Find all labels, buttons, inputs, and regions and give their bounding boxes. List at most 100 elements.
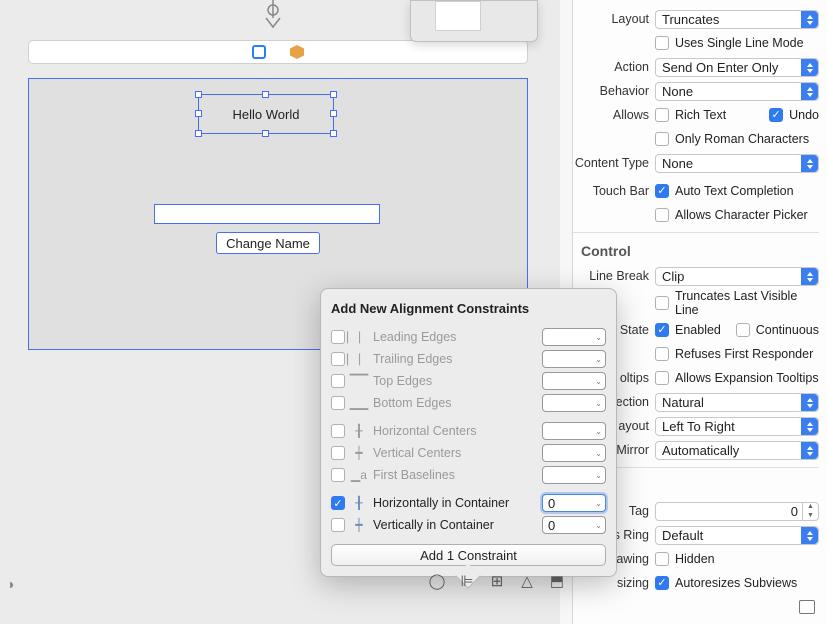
leading-checkbox[interactable] (331, 330, 345, 344)
action-label: Action (573, 60, 655, 74)
vcontainer-value[interactable]: 0⌄ (542, 516, 606, 534)
touch-bar-label: Touch Bar (573, 184, 655, 198)
chevron-icon (801, 59, 818, 76)
ilayout-select[interactable]: Left To Right (655, 417, 819, 436)
refuses-checkbox[interactable] (655, 347, 669, 361)
resize-handle[interactable] (330, 130, 337, 137)
top-checkbox[interactable] (331, 374, 345, 388)
vcenters-value[interactable]: ⌄ (542, 444, 606, 462)
align-tool-icon[interactable]: ⊫ (458, 572, 476, 590)
hcenters-checkbox[interactable] (331, 424, 345, 438)
focus-ring-select[interactable]: Default (655, 526, 819, 545)
panel-toggle-icon[interactable] (799, 600, 815, 614)
bottom-checkbox[interactable] (331, 396, 345, 410)
trailing-checkbox[interactable] (331, 352, 345, 366)
control-section-header: Control (581, 243, 819, 259)
add-constraint-button[interactable]: Add 1 Constraint (331, 544, 606, 566)
align-hcenters-icon: ╂ (351, 424, 367, 438)
content-type-select[interactable]: None (655, 154, 819, 173)
align-bottom-icon: ▁▁ (351, 396, 367, 410)
chevron-icon (801, 155, 818, 172)
tag-input[interactable]: 0▲▼ (655, 502, 819, 521)
roman-checkbox[interactable] (655, 132, 669, 146)
align-baselines-icon: ▁a (351, 468, 367, 482)
chevron-icon (801, 268, 818, 285)
direction-select[interactable]: Natural (655, 393, 819, 412)
update-frames-icon[interactable]: ◯ (428, 572, 446, 590)
view-controller-icon[interactable] (252, 45, 266, 59)
drop-arrow-icon (260, 0, 286, 36)
behavior-select[interactable]: None (655, 82, 819, 101)
hcontainer-value[interactable]: 0⌄ (542, 494, 606, 512)
align-top-icon: ▔▔ (351, 374, 367, 388)
line-break-label: Line Break (573, 269, 655, 283)
resize-handle[interactable] (262, 91, 269, 98)
layout-select[interactable]: Truncates (655, 10, 819, 29)
autoresize-checkbox[interactable] (655, 576, 669, 590)
leading-value[interactable]: ⌄ (542, 328, 606, 346)
top-value[interactable]: ⌄ (542, 372, 606, 390)
tooltips-checkbox[interactable] (655, 371, 669, 385)
chevron-icon (801, 442, 818, 459)
chevron-icon (801, 418, 818, 435)
rich-text-checkbox[interactable] (655, 108, 669, 122)
chevron-icon (801, 394, 818, 411)
chevron-icon (801, 83, 818, 100)
align-leading-icon: ⎸⎸ (351, 330, 367, 344)
hello-world-label[interactable]: Hello World (198, 94, 334, 134)
bottom-toolbar: ◯ ⊫ ⊞ △ ⬒ (428, 572, 566, 590)
undo-checkbox[interactable] (769, 108, 783, 122)
allows-label: Allows (573, 108, 655, 122)
resize-handle[interactable] (195, 91, 202, 98)
chevron-icon (801, 11, 818, 28)
baselines-checkbox[interactable] (331, 468, 345, 482)
resize-handle[interactable] (330, 110, 337, 117)
single-line-checkbox[interactable] (655, 36, 669, 50)
hidden-checkbox[interactable] (655, 552, 669, 566)
trailing-value[interactable]: ⌄ (542, 350, 606, 368)
behavior-label: Behavior (573, 84, 655, 98)
bottom-value[interactable]: ⌄ (542, 394, 606, 412)
resize-handle[interactable] (330, 91, 337, 98)
align-vcenters-icon: ┿ (351, 446, 367, 460)
align-trailing-icon: ⎸⎸ (351, 352, 367, 366)
resize-handle[interactable] (195, 130, 202, 137)
gear-icon[interactable]: ◑ (6, 576, 14, 592)
hcenters-value[interactable]: ⌄ (542, 422, 606, 440)
text-field[interactable] (154, 204, 380, 224)
resize-handle[interactable] (262, 130, 269, 137)
pin-tool-icon[interactable]: ⊞ (488, 572, 506, 590)
char-picker-checkbox[interactable] (655, 208, 669, 222)
auto-complete-checkbox[interactable] (655, 184, 669, 198)
content-type-label: Content Type (573, 156, 655, 170)
mirror-select[interactable]: Automatically (655, 441, 819, 460)
action-select[interactable]: Send On Enter Only (655, 58, 819, 77)
chevron-icon (801, 527, 818, 544)
change-name-button[interactable]: Change Name (216, 232, 320, 254)
object-cube-icon[interactable] (290, 45, 304, 59)
line-break-select[interactable]: Clip (655, 267, 819, 286)
thumbnail-preview (435, 1, 481, 31)
button-label: Change Name (226, 236, 310, 251)
hcontainer-checkbox[interactable] (331, 496, 345, 510)
single-line-label: Uses Single Line Mode (675, 36, 804, 50)
stepper-icon[interactable]: ▲▼ (802, 503, 818, 520)
baselines-value[interactable]: ⌄ (542, 466, 606, 484)
vcontainer-checkbox[interactable] (331, 518, 345, 532)
align-vcontainer-icon: ┿ (351, 518, 367, 532)
object-bar[interactable] (28, 40, 528, 64)
sizing-label: sizing (573, 576, 655, 590)
layout-label: Layout (573, 12, 655, 26)
continuous-checkbox[interactable] (736, 323, 750, 337)
truncates-last-checkbox[interactable] (655, 296, 669, 310)
label-text: Hello World (233, 107, 300, 122)
alignment-popover: Add New Alignment Constraints ⎸⎸Leading … (320, 288, 617, 577)
embed-tool-icon[interactable]: ⬒ (548, 572, 566, 590)
enabled-checkbox[interactable] (655, 323, 669, 337)
resize-handle[interactable] (195, 110, 202, 117)
resolve-tool-icon[interactable]: △ (518, 572, 536, 590)
thumbnail-popover (410, 0, 538, 42)
vcenters-checkbox[interactable] (331, 446, 345, 460)
popover-title: Add New Alignment Constraints (331, 301, 606, 316)
align-hcontainer-icon: ╂ (351, 496, 367, 510)
